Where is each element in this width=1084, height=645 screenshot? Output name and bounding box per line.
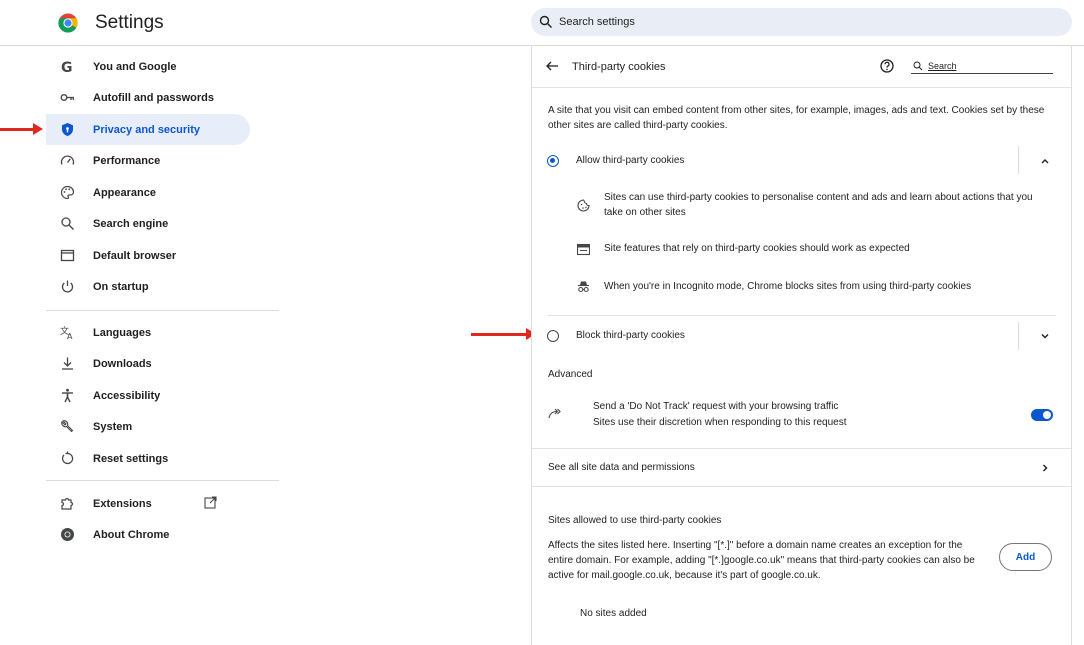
key-icon <box>60 90 75 105</box>
page-search-field[interactable]: Search <box>911 59 1053 74</box>
sidebar-item-downloads[interactable]: Downloads <box>46 348 250 379</box>
intro-text: A site that you visit can embed content … <box>548 105 1045 131</box>
sidebar-item-on-startup[interactable]: On startup <box>46 271 250 302</box>
open-in-new-icon <box>204 496 217 509</box>
back-arrow-icon[interactable] <box>545 59 559 73</box>
chrome-icon <box>60 527 75 542</box>
settings-header: Settings <box>0 0 1084 46</box>
sidebar-item-search-engine[interactable]: Search engine <box>46 208 250 239</box>
expand-separator <box>1018 146 1019 174</box>
block-cookies-radio[interactable] <box>547 330 559 342</box>
download-icon <box>60 356 75 371</box>
sidebar-item-privacy-and-security[interactable]: Privacy and security <box>46 114 250 145</box>
sidebar-item-performance[interactable]: Performance <box>46 145 250 176</box>
no-sites-added-text: No sites added <box>580 608 647 619</box>
option-divider <box>548 315 1056 316</box>
settings-search-input[interactable] <box>559 16 1039 28</box>
section-divider <box>532 486 1071 487</box>
page-title: Third-party cookies <box>572 61 666 73</box>
card-header: Third-party cookies Search <box>532 46 1071 88</box>
allowed-sites-heading: Sites allowed to use third-party cookies <box>548 515 722 526</box>
allow-cookies-radio[interactable] <box>547 155 559 167</box>
app-title: Settings <box>95 12 164 33</box>
search-icon <box>539 15 552 28</box>
help-icon[interactable] <box>880 59 894 73</box>
palette-icon <box>60 185 75 200</box>
reset-icon <box>60 451 75 466</box>
chevron-right-icon[interactable] <box>1039 462 1051 474</box>
page-search-label: Search <box>928 61 957 71</box>
allowed-sites-description: Affects the sites listed here. Inserting… <box>548 540 975 581</box>
sidebar-item-label: Default browser <box>93 249 177 262</box>
allow-detail-site-features: Site features that rely on third-party c… <box>604 243 910 254</box>
sidebar-item-label: Accessibility <box>93 389 161 402</box>
sidebar-item-label: About Chrome <box>93 528 170 541</box>
sidebar-item-label: Privacy and security <box>93 123 201 136</box>
sidebar-item-extensions[interactable]: Extensions <box>46 488 250 519</box>
sidebar: G You and Google Autofill and passwords … <box>0 46 279 645</box>
sidebar-item-label: Search engine <box>93 217 169 230</box>
speedometer-icon <box>60 153 75 168</box>
sidebar-item-reset-settings[interactable]: Reset settings <box>46 443 250 474</box>
accessibility-icon <box>60 388 75 403</box>
annotation-arrow-sidebar <box>0 123 43 135</box>
browser-window-icon <box>60 248 75 263</box>
allow-detail-incognito: When you're in Incognito mode, Chrome bl… <box>604 281 972 292</box>
sidebar-item-label: Autofill and passwords <box>93 91 215 104</box>
wrench-icon <box>60 419 75 434</box>
sidebar-item-default-browser[interactable]: Default browser <box>46 240 250 271</box>
sidebar-item-appearance[interactable]: Appearance <box>46 177 250 208</box>
sidebar-item-system[interactable]: System <box>46 411 250 442</box>
dnt-subtitle: Sites use their discretion when respondi… <box>593 417 847 428</box>
sidebar-item-label: System <box>93 420 133 433</box>
chrome-logo-icon <box>58 13 78 33</box>
sidebar-item-label: Performance <box>93 154 161 167</box>
sidebar-divider <box>46 480 279 481</box>
block-cookies-label: Block third-party cookies <box>576 330 685 341</box>
see-all-site-data-link[interactable]: See all site data and permissions <box>548 460 695 475</box>
cookie-icon <box>577 199 590 212</box>
chevron-up-icon[interactable] <box>1039 155 1051 167</box>
section-divider <box>532 448 1071 449</box>
allow-cookies-label: Allow third-party cookies <box>576 155 685 166</box>
search-icon <box>60 216 75 231</box>
expand-separator <box>1018 322 1019 350</box>
annotation-arrow-block-option <box>471 328 536 340</box>
sidebar-item-about-chrome[interactable]: About Chrome <box>46 519 250 550</box>
sidebar-item-accessibility[interactable]: Accessibility <box>46 380 250 411</box>
allow-detail-personalise: Sites can use third-party cookies to per… <box>604 192 1033 218</box>
sidebar-item-you-and-google[interactable]: G You and Google <box>46 51 250 82</box>
third-party-cookies-card: Third-party cookies Search A site that y… <box>531 46 1072 645</box>
svg-text:A: A <box>67 332 73 340</box>
sidebar-item-label: You and Google <box>93 60 177 73</box>
sidebar-item-languages[interactable]: 文A Languages <box>46 317 250 348</box>
settings-search-box[interactable] <box>531 8 1072 36</box>
google-g-icon: G <box>60 59 75 74</box>
sidebar-item-label: Languages <box>93 326 152 339</box>
sidebar-divider <box>46 310 279 311</box>
advanced-heading: Advanced <box>548 369 593 380</box>
do-not-track-toggle[interactable] <box>1031 409 1053 421</box>
sidebar-item-label: Extensions <box>93 497 152 510</box>
incognito-icon <box>578 281 589 293</box>
puzzle-icon <box>60 496 75 511</box>
dnt-title: Send a 'Do Not Track' request with your … <box>593 401 839 412</box>
shield-icon <box>60 122 75 137</box>
sidebar-item-label: Appearance <box>93 186 156 199</box>
add-site-button[interactable]: Add <box>999 543 1052 571</box>
sidebar-item-autofill[interactable]: Autofill and passwords <box>46 82 250 113</box>
sidebar-item-label: Reset settings <box>93 452 169 465</box>
site-features-icon <box>577 243 590 256</box>
search-icon <box>913 61 923 71</box>
chevron-down-icon[interactable] <box>1039 330 1051 342</box>
sidebar-item-label: Downloads <box>93 357 152 370</box>
power-icon <box>60 279 75 294</box>
do-not-track-icon <box>548 408 561 419</box>
svg-text:G: G <box>61 60 73 74</box>
sidebar-item-label: On startup <box>93 280 149 293</box>
translate-icon: 文A <box>60 325 75 340</box>
